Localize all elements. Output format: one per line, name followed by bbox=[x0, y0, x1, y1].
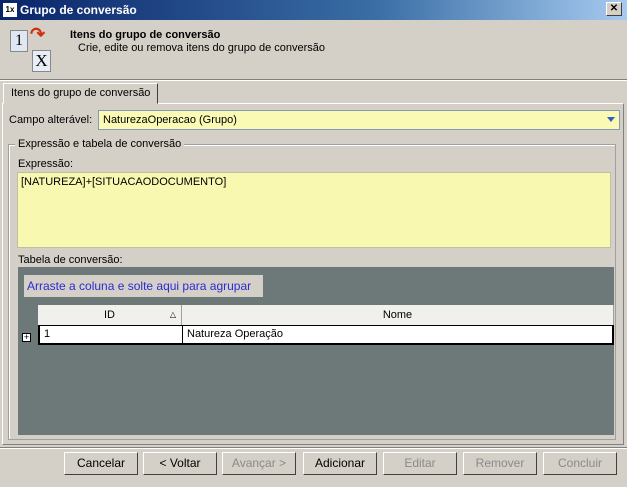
remove-button[interactable]: Remover bbox=[463, 452, 537, 475]
campo-select[interactable]: NaturezaOperacao (Grupo) bbox=[98, 110, 620, 130]
group-title: Expressão e tabela de conversão bbox=[15, 138, 185, 150]
cell-id: 1 bbox=[40, 326, 183, 343]
next-button[interactable]: Avançar > bbox=[222, 452, 296, 475]
expression-input[interactable]: [NATUREZA]+[SITUACAODOCUMENTO] bbox=[17, 172, 611, 248]
title-bar: 1x Grupo de conversão ✕ bbox=[0, 0, 627, 20]
add-button[interactable]: Adicionar bbox=[303, 452, 377, 475]
cancel-button[interactable]: Cancelar bbox=[64, 452, 138, 475]
conversion-grid: Arraste a coluna e solte aqui para agrup… bbox=[18, 267, 614, 435]
divider bbox=[0, 447, 627, 449]
tab-itens[interactable]: Itens do grupo de conversão bbox=[3, 83, 159, 104]
group-by-area[interactable]: Arraste a coluna e solte aqui para agrup… bbox=[24, 275, 263, 297]
back-button[interactable]: < Voltar bbox=[143, 452, 217, 475]
window-title: Grupo de conversão bbox=[20, 3, 137, 17]
expand-icon[interactable]: + bbox=[22, 333, 31, 342]
wizard-header: 1 ↷ X Itens do grupo de conversão Crie, … bbox=[0, 20, 627, 72]
close-button[interactable]: ✕ bbox=[606, 2, 622, 16]
divider bbox=[0, 79, 627, 81]
cell-nome: Natureza Operação bbox=[187, 328, 283, 340]
chevron-down-icon[interactable] bbox=[607, 117, 615, 122]
header-title: Itens do grupo de conversão bbox=[70, 29, 221, 41]
expression-label: Expressão: bbox=[18, 158, 74, 170]
column-header-id[interactable]: ID △ bbox=[38, 305, 182, 325]
edit-button[interactable]: Editar bbox=[383, 452, 457, 475]
icon-box-1: 1 bbox=[10, 30, 28, 52]
icon-box-x: X bbox=[32, 50, 51, 72]
sort-asc-icon: △ bbox=[169, 310, 176, 319]
campo-label: Campo alterável: bbox=[9, 114, 93, 126]
app-icon: 1x bbox=[3, 3, 17, 17]
table-label: Tabela de conversão: bbox=[18, 254, 123, 266]
campo-value: NaturezaOperacao (Grupo) bbox=[103, 114, 237, 126]
finish-button[interactable]: Concluir bbox=[543, 452, 617, 475]
column-id-label: ID bbox=[104, 309, 115, 321]
table-row[interactable]: 1 Natureza Operação bbox=[38, 325, 614, 345]
grid-header: ID △ Nome bbox=[38, 305, 614, 325]
column-header-nome[interactable]: Nome bbox=[182, 305, 614, 325]
conversion-icon: 1 ↷ X bbox=[10, 24, 54, 74]
arrow-icon: ↷ bbox=[30, 24, 46, 44]
header-subtitle: Crie, edite ou remova itens do grupo de … bbox=[78, 42, 326, 54]
